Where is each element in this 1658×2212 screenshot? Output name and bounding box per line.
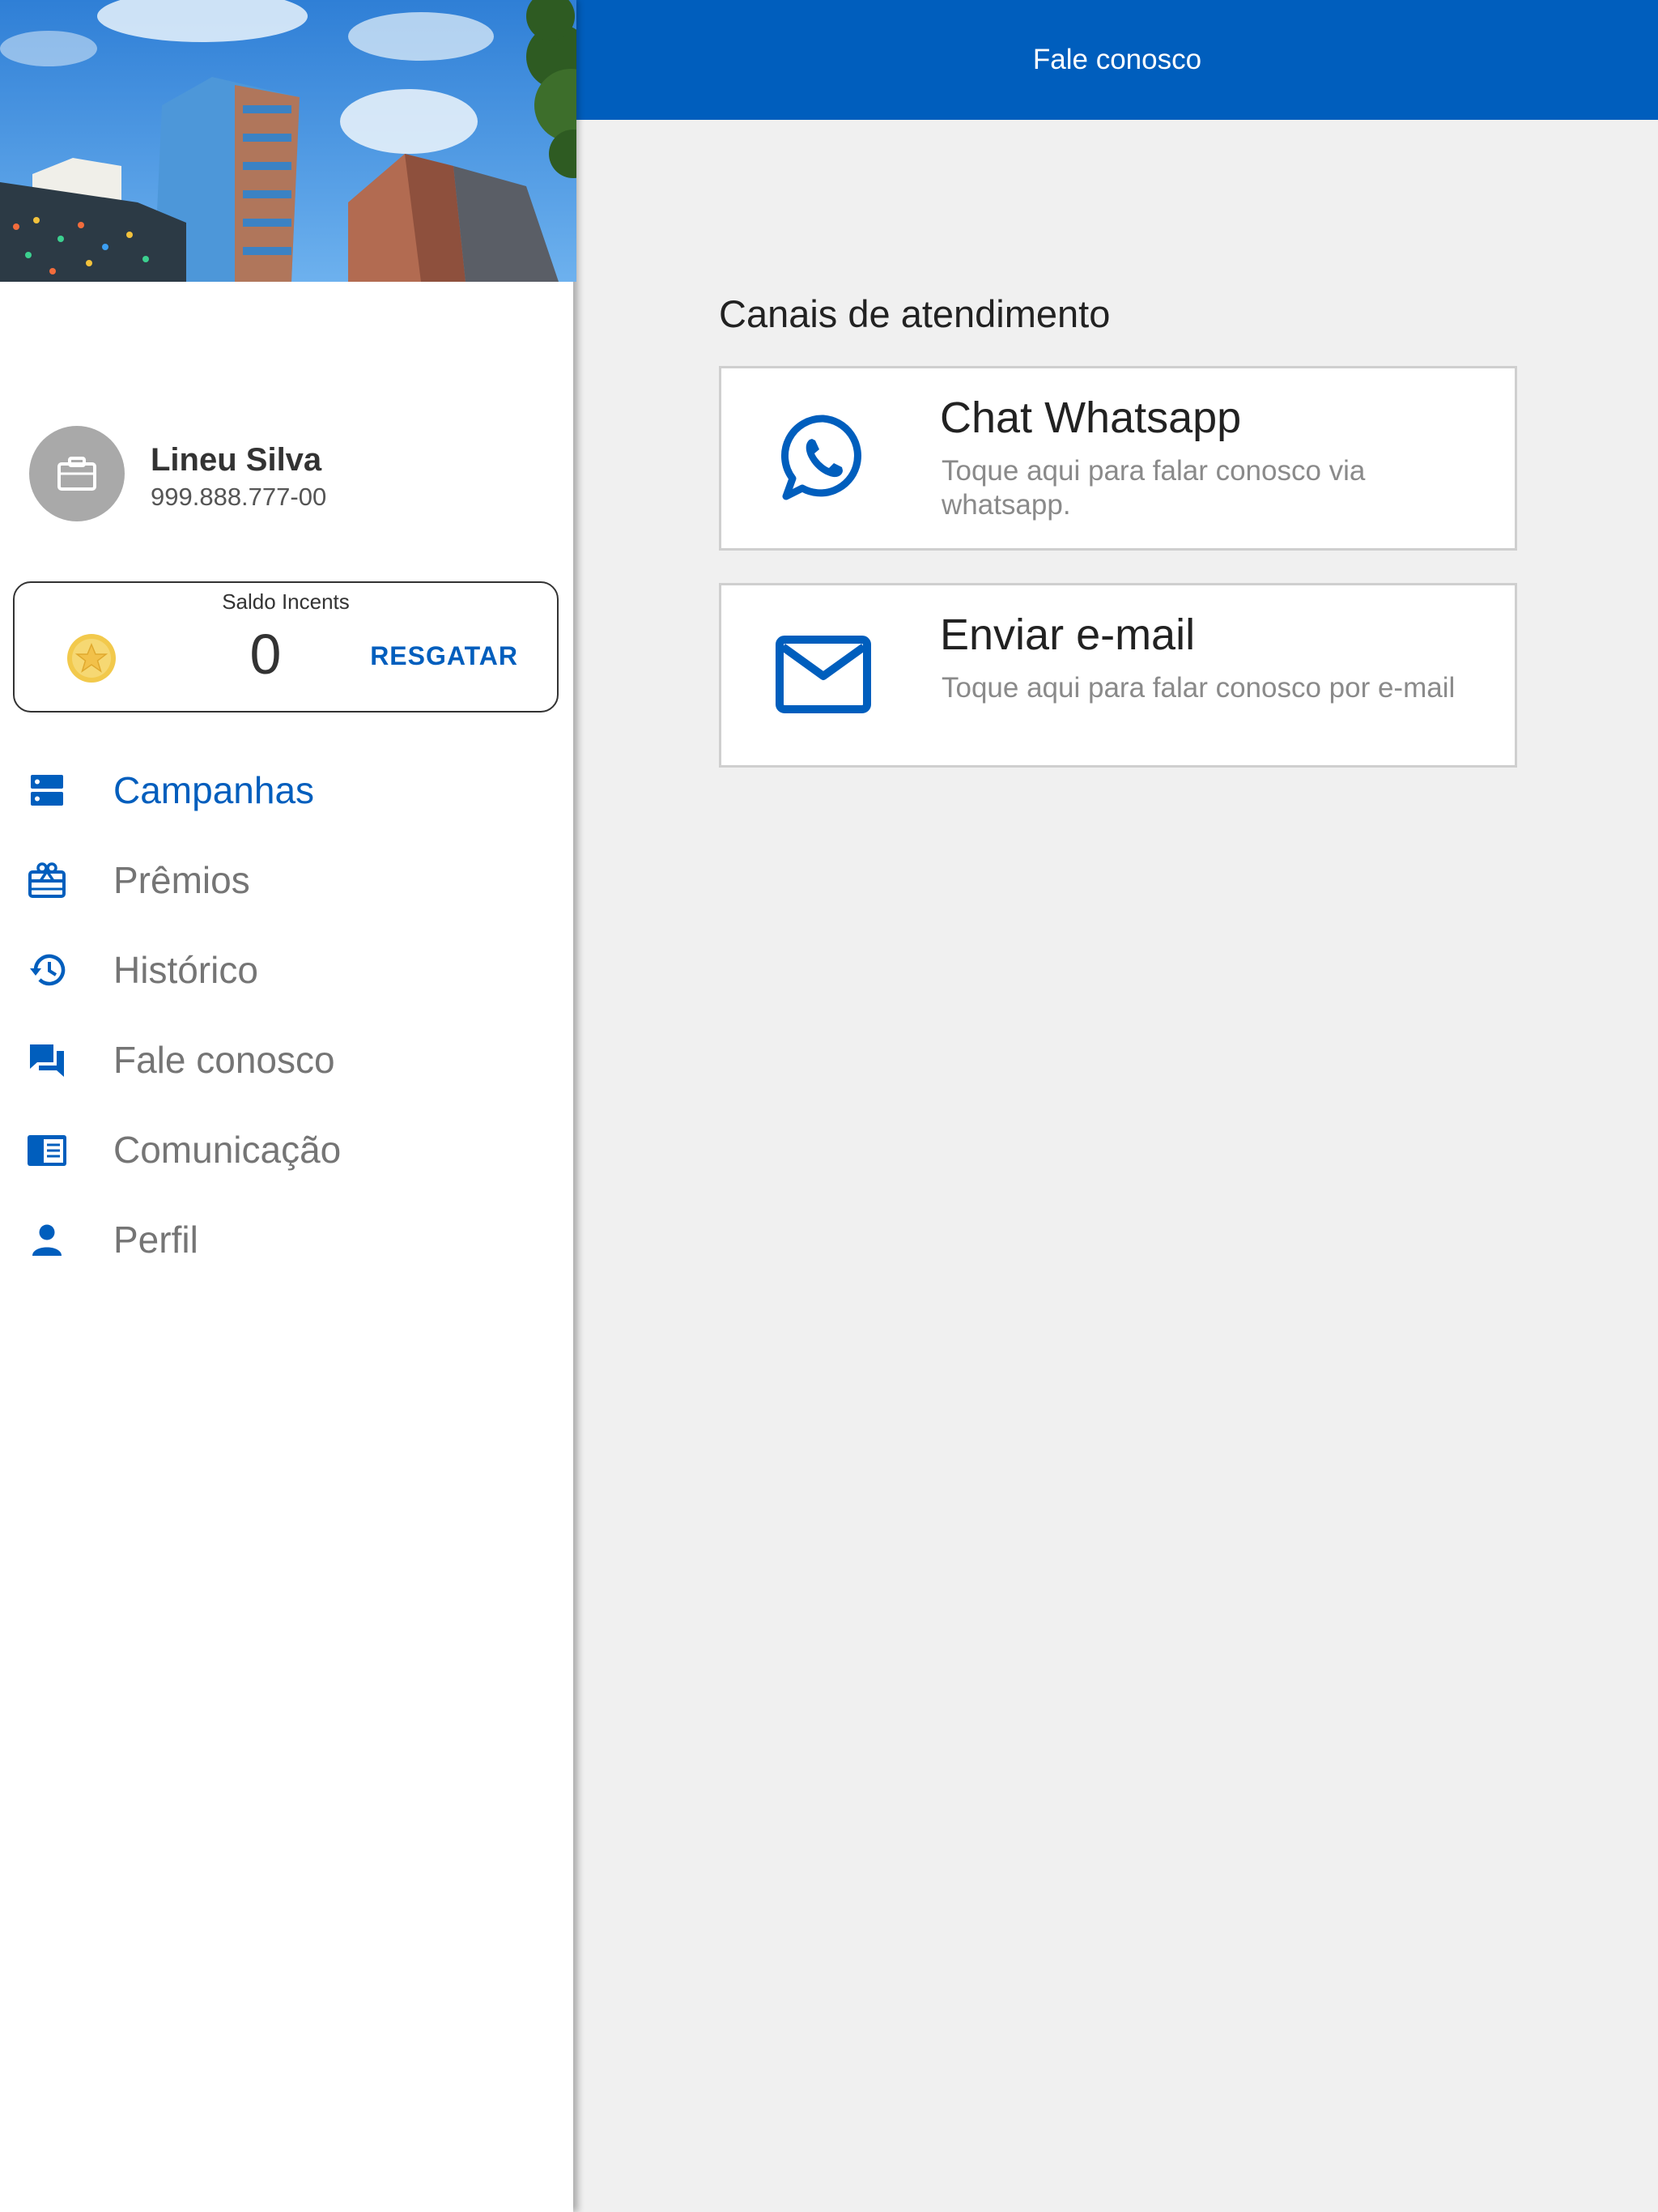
balance-card: Saldo Incents 0 RESGATAR: [13, 581, 559, 713]
whatsapp-channel-title: Chat Whatsapp: [940, 393, 1242, 442]
whatsapp-icon: [775, 409, 872, 506]
gift-card-icon: [24, 857, 70, 903]
whatsapp-channel-card[interactable]: Chat Whatsapp Toque aqui para falar cono…: [719, 366, 1517, 551]
user-name: Lineu Silva: [151, 442, 322, 478]
avatar: [29, 426, 125, 521]
redeem-button[interactable]: RESGATAR: [370, 641, 518, 671]
menu-item-comunicacao[interactable]: Comunicação: [0, 1104, 573, 1194]
menu-item-fale-conosco[interactable]: Fale conosco: [0, 1015, 573, 1104]
menu-item-historico[interactable]: Histórico: [0, 925, 573, 1015]
chat-bubbles-icon: [24, 1037, 70, 1083]
menu-item-perfil[interactable]: Perfil: [0, 1194, 573, 1284]
user-profile: Lineu Silva 999.888.777-00: [29, 426, 547, 523]
briefcase-icon: [57, 457, 96, 491]
top-app-bar: Fale conosco: [576, 0, 1658, 120]
email-channel-title: Enviar e-mail: [940, 610, 1196, 659]
email-channel-description: Toque aqui para falar conosco por e-mail: [942, 672, 1456, 704]
buildings-photo: [0, 0, 576, 282]
history-icon: [24, 947, 70, 993]
newspaper-icon: [24, 1127, 70, 1172]
email-channel-card[interactable]: Enviar e-mail Toque aqui para falar cono…: [719, 583, 1517, 768]
balance-label: Saldo Incents: [222, 589, 350, 614]
user-document: 999.888.777-00: [151, 483, 327, 511]
campaigns-icon: [24, 768, 70, 813]
whatsapp-channel-description: Toque aqui para falar conosco via whatsa…: [942, 455, 1366, 521]
header-banner-image: [0, 0, 576, 282]
page-title: Fale conosco: [1032, 44, 1202, 75]
navigation-drawer: Lineu Silva 999.888.777-00 Saldo Incents…: [0, 0, 576, 2212]
coin-star-icon: [67, 634, 116, 683]
menu-label-historico: Histórico: [113, 948, 258, 991]
menu-item-premios[interactable]: Prêmios: [0, 835, 573, 925]
menu-label-perfil: Perfil: [113, 1218, 198, 1261]
menu-item-campanhas[interactable]: Campanhas: [0, 745, 573, 835]
menu-label-premios: Prêmios: [113, 858, 250, 901]
person-icon: [24, 1217, 70, 1262]
section-title: Canais de atendimento: [719, 292, 1111, 335]
menu-label-fale-conosco: Fale conosco: [113, 1038, 335, 1081]
balance-value: 0: [249, 623, 282, 686]
main-menu: Campanhas Prêmios Histórico Fale conosco…: [0, 745, 573, 1284]
mail-icon: [775, 626, 872, 723]
menu-label-campanhas: Campanhas: [113, 768, 315, 811]
menu-label-comunicacao: Comunicação: [113, 1128, 342, 1171]
